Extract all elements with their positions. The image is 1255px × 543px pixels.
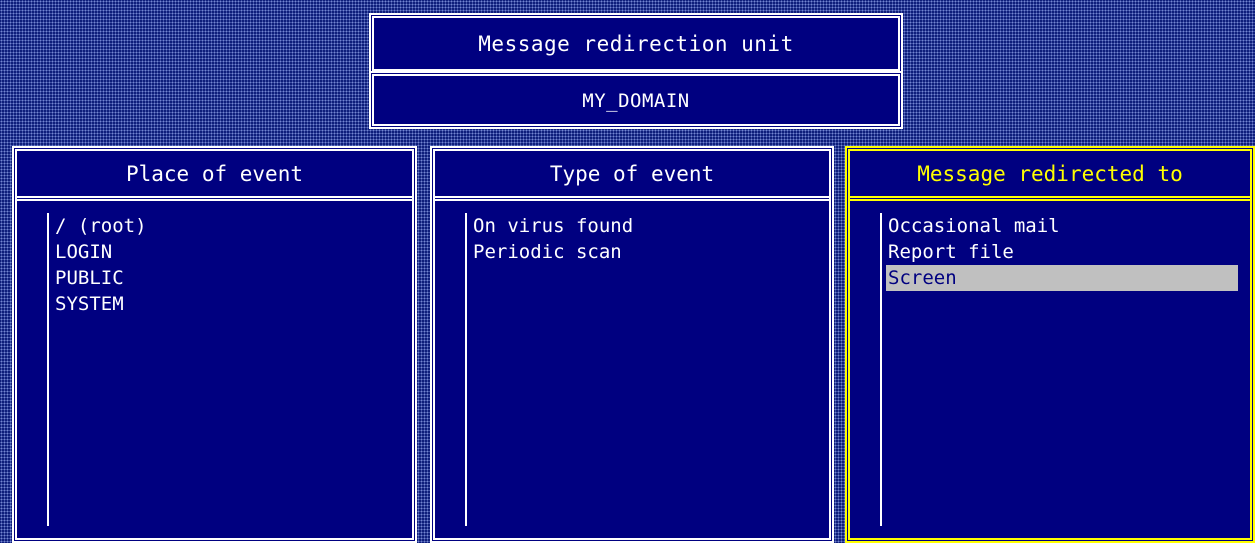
- list-item-report-file[interactable]: Report file: [886, 239, 1238, 265]
- list-item-public[interactable]: PUBLIC: [53, 265, 400, 291]
- message-redirected-to-list[interactable]: Occasional mail Report file Screen: [886, 213, 1238, 291]
- list-divider: [880, 213, 882, 526]
- place-of-event-header: Place of event: [17, 151, 412, 201]
- message-redirected-to-header: Message redirected to: [850, 151, 1250, 201]
- place-of-event-panel[interactable]: Place of event / (root) LOGIN PUBLIC SYS…: [12, 146, 417, 543]
- list-item-periodic-scan[interactable]: Periodic scan: [471, 239, 817, 265]
- list-item-root[interactable]: / (root): [53, 213, 400, 239]
- window-title: Message redirection unit: [478, 32, 794, 56]
- list-item-on-virus-found[interactable]: On virus found: [471, 213, 817, 239]
- list-item-login[interactable]: LOGIN: [53, 239, 400, 265]
- domain-box: MY_DOMAIN: [369, 71, 903, 129]
- list-item-system[interactable]: SYSTEM: [53, 291, 400, 317]
- domain-name: MY_DOMAIN: [582, 90, 690, 112]
- list-divider: [47, 213, 49, 526]
- place-of-event-list[interactable]: / (root) LOGIN PUBLIC SYSTEM: [53, 213, 400, 317]
- list-item-occasional-mail[interactable]: Occasional mail: [886, 213, 1238, 239]
- type-of-event-header: Type of event: [435, 151, 829, 201]
- list-item-screen-selected[interactable]: Screen: [886, 265, 1238, 291]
- type-of-event-list[interactable]: On virus found Periodic scan: [471, 213, 817, 265]
- message-redirected-to-panel[interactable]: Message redirected to Occasional mail Re…: [845, 146, 1255, 543]
- list-divider: [465, 213, 467, 526]
- title-box: Message redirection unit: [369, 13, 903, 74]
- type-of-event-panel[interactable]: Type of event On virus found Periodic sc…: [430, 146, 834, 543]
